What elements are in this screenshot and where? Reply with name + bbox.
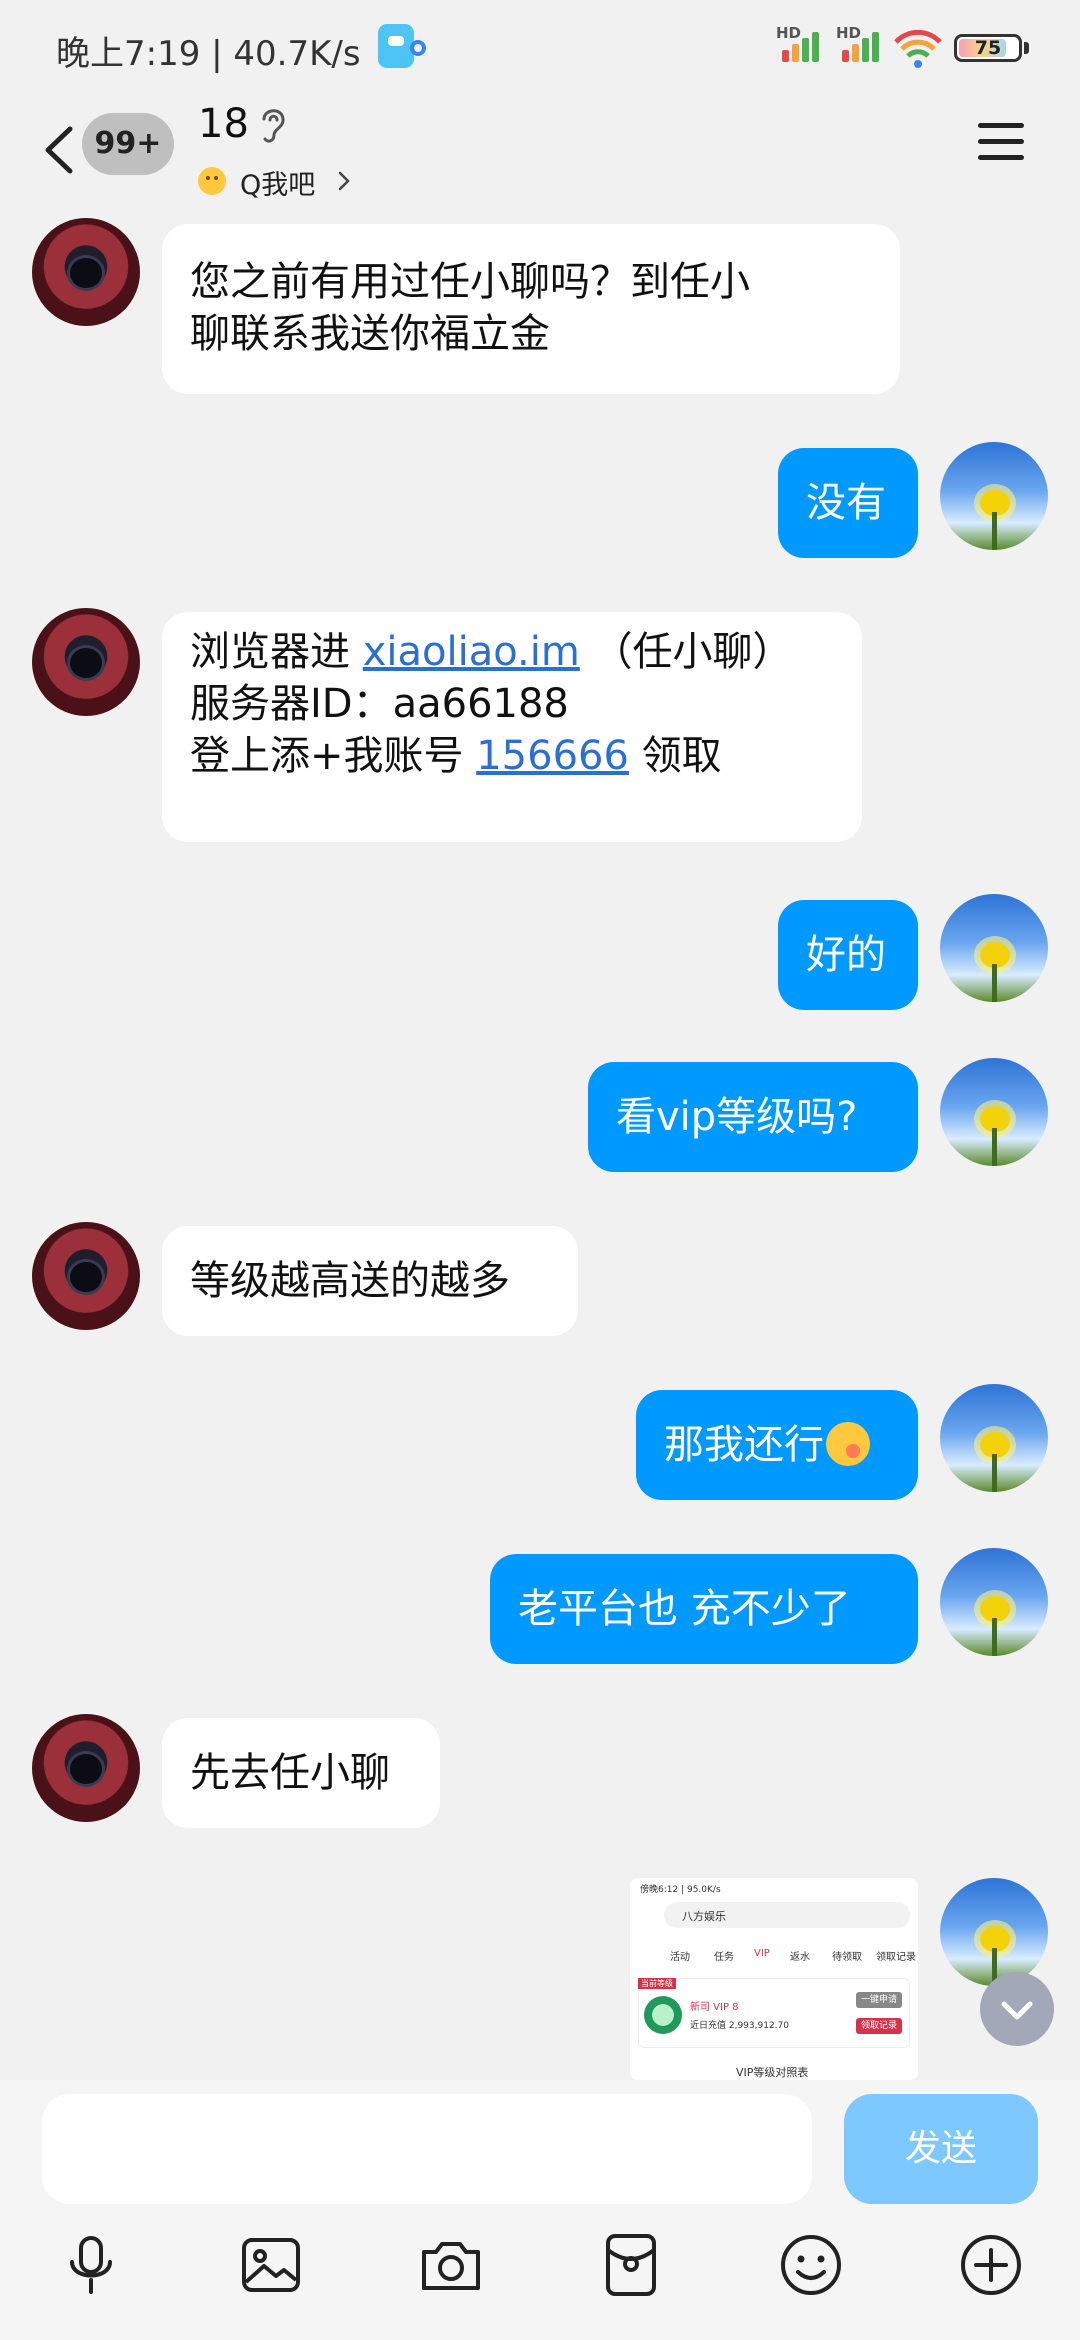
- image-deposit-label: 近日充值 2,993,912.70: [690, 2021, 789, 2031]
- chat-title[interactable]: 18: [198, 101, 249, 147]
- unread-count-badge[interactable]: 99+: [82, 113, 174, 175]
- back-button[interactable]: [36, 115, 86, 185]
- image-message[interactable]: 傍晚6:12 | 95.0K/s 八方娱乐 活动 任务 VIP 返水 待领取 领…: [630, 1878, 918, 2080]
- image-apply-button: 一键申请: [856, 1992, 902, 2008]
- my-avatar[interactable]: [940, 442, 1048, 550]
- message-bubble-incoming[interactable]: 先去任小聊: [162, 1718, 440, 1828]
- wifi-icon: [894, 29, 942, 68]
- chat-subtitle-text: Q我吧: [240, 170, 316, 201]
- image-status-text: 傍晚6:12 | 95.0K/s: [640, 1885, 721, 1895]
- app-notification-icon: [378, 24, 414, 68]
- chevron-down-icon: [1001, 2001, 1033, 2020]
- medal-icon: [644, 1996, 682, 2034]
- chat-screen: 晚上7:19 | 40.7K/s HD HD 75 99+ 18 Q我吧 您之前…: [0, 0, 1080, 2340]
- contact-avatar[interactable]: [32, 1222, 140, 1330]
- status-time-speed: 晚上7:19 | 40.7K/s: [56, 34, 361, 74]
- camera-icon[interactable]: [418, 2232, 484, 2298]
- image-icon[interactable]: [238, 2232, 304, 2298]
- contact-avatar[interactable]: [32, 1714, 140, 1822]
- message-text: 那我还行: [664, 1422, 824, 1468]
- message-text: 先去任小聊: [190, 1750, 390, 1796]
- microphone-icon[interactable]: [58, 2232, 124, 2298]
- message-text: 服务器ID：aa66188: [190, 681, 569, 727]
- message-list[interactable]: 您之前有用过任小聊吗？到任小 聊联系我送你福立金 没有 浏览器进 xiaolia…: [0, 210, 1080, 2080]
- image-tab: 返水: [790, 1952, 810, 1963]
- message-bubble-outgoing[interactable]: 没有: [778, 448, 918, 558]
- notification-dot-icon: [410, 40, 426, 56]
- my-avatar[interactable]: [940, 1384, 1048, 1492]
- message-text: 浏览器进: [190, 629, 363, 675]
- contact-avatar[interactable]: [32, 218, 140, 326]
- emoji-icon[interactable]: [778, 2232, 844, 2298]
- message-bubble-incoming[interactable]: 浏览器进 xiaoliao.im （任小聊） 服务器ID：aa66188 登上添…: [162, 612, 862, 842]
- my-avatar[interactable]: [940, 894, 1048, 1002]
- smile-icon: [198, 167, 226, 195]
- battery-icon: 75: [954, 34, 1022, 62]
- my-avatar[interactable]: [940, 1548, 1048, 1656]
- chevron-right-icon: [338, 171, 350, 191]
- message-text: 老平台也 充不少了: [518, 1586, 851, 1632]
- message-text: 等级越高送的越多: [190, 1258, 510, 1304]
- message-text: 您之前有用过任小聊吗？到任小: [190, 259, 750, 305]
- message-text: 好的: [806, 932, 886, 978]
- signal-1-icon: HD: [776, 24, 824, 62]
- my-avatar[interactable]: [940, 1878, 1048, 1986]
- message-text: 登上添+我账号: [190, 733, 477, 779]
- ear-icon: [262, 109, 285, 143]
- message-bubble-outgoing[interactable]: 看vip等级吗?: [588, 1062, 918, 1172]
- message-bubble-outgoing[interactable]: 老平台也 充不少了: [490, 1554, 918, 1664]
- link-domain[interactable]: xiaoliao.im: [363, 629, 580, 675]
- scroll-to-bottom-button[interactable]: [980, 1972, 1054, 2046]
- link-account[interactable]: 156666: [476, 733, 629, 779]
- signal-2-label: HD: [836, 24, 862, 42]
- image-tab: 活动: [670, 1952, 690, 1963]
- signal-1-label: HD: [776, 24, 802, 42]
- image-app-name: 八方娱乐: [682, 1910, 726, 1923]
- contact-avatar[interactable]: [32, 608, 140, 716]
- message-bubble-incoming[interactable]: 等级越高送的越多: [162, 1226, 578, 1336]
- message-bubble-outgoing[interactable]: 好的: [778, 900, 918, 1010]
- image-tab: VIP: [754, 1948, 770, 1959]
- message-text: 领取: [641, 733, 722, 779]
- image-level-tag: 当前等级: [638, 1978, 676, 1989]
- input-area: 发送: [0, 2080, 1080, 2340]
- image-tab: 任务: [714, 1952, 734, 1963]
- menu-button[interactable]: [978, 115, 1028, 165]
- signal-2-icon: HD: [836, 24, 884, 62]
- message-bubble-incoming[interactable]: 您之前有用过任小聊吗？到任小 聊联系我送你福立金: [162, 224, 900, 394]
- message-text: 看vip等级吗?: [616, 1094, 858, 1140]
- laughing-emoji-icon: [826, 1422, 870, 1466]
- image-footer: VIP等级对照表: [736, 2066, 809, 2079]
- status-bar: 晚上7:19 | 40.7K/s HD HD 75: [0, 0, 1080, 95]
- message-text: 聊联系我送你福立金: [190, 311, 550, 357]
- image-record-button: 领取记录: [856, 2018, 902, 2034]
- message-bubble-outgoing[interactable]: 那我还行: [636, 1390, 918, 1500]
- image-tab: 待领取: [832, 1952, 862, 1963]
- battery-level: 75: [974, 37, 1002, 59]
- image-tab: 领取记录: [876, 1952, 916, 1963]
- message-text: （任小聊）: [592, 629, 793, 675]
- plus-icon[interactable]: [958, 2232, 1024, 2298]
- chat-header: 99+ 18 Q我吧: [0, 95, 1080, 210]
- send-button[interactable]: 发送: [844, 2094, 1038, 2204]
- message-text: 没有: [806, 480, 886, 526]
- red-packet-icon[interactable]: [598, 2232, 664, 2298]
- image-vip-label: 新司 VIP 8: [690, 2002, 739, 2013]
- message-input[interactable]: [42, 2094, 812, 2204]
- my-avatar[interactable]: [940, 1058, 1048, 1166]
